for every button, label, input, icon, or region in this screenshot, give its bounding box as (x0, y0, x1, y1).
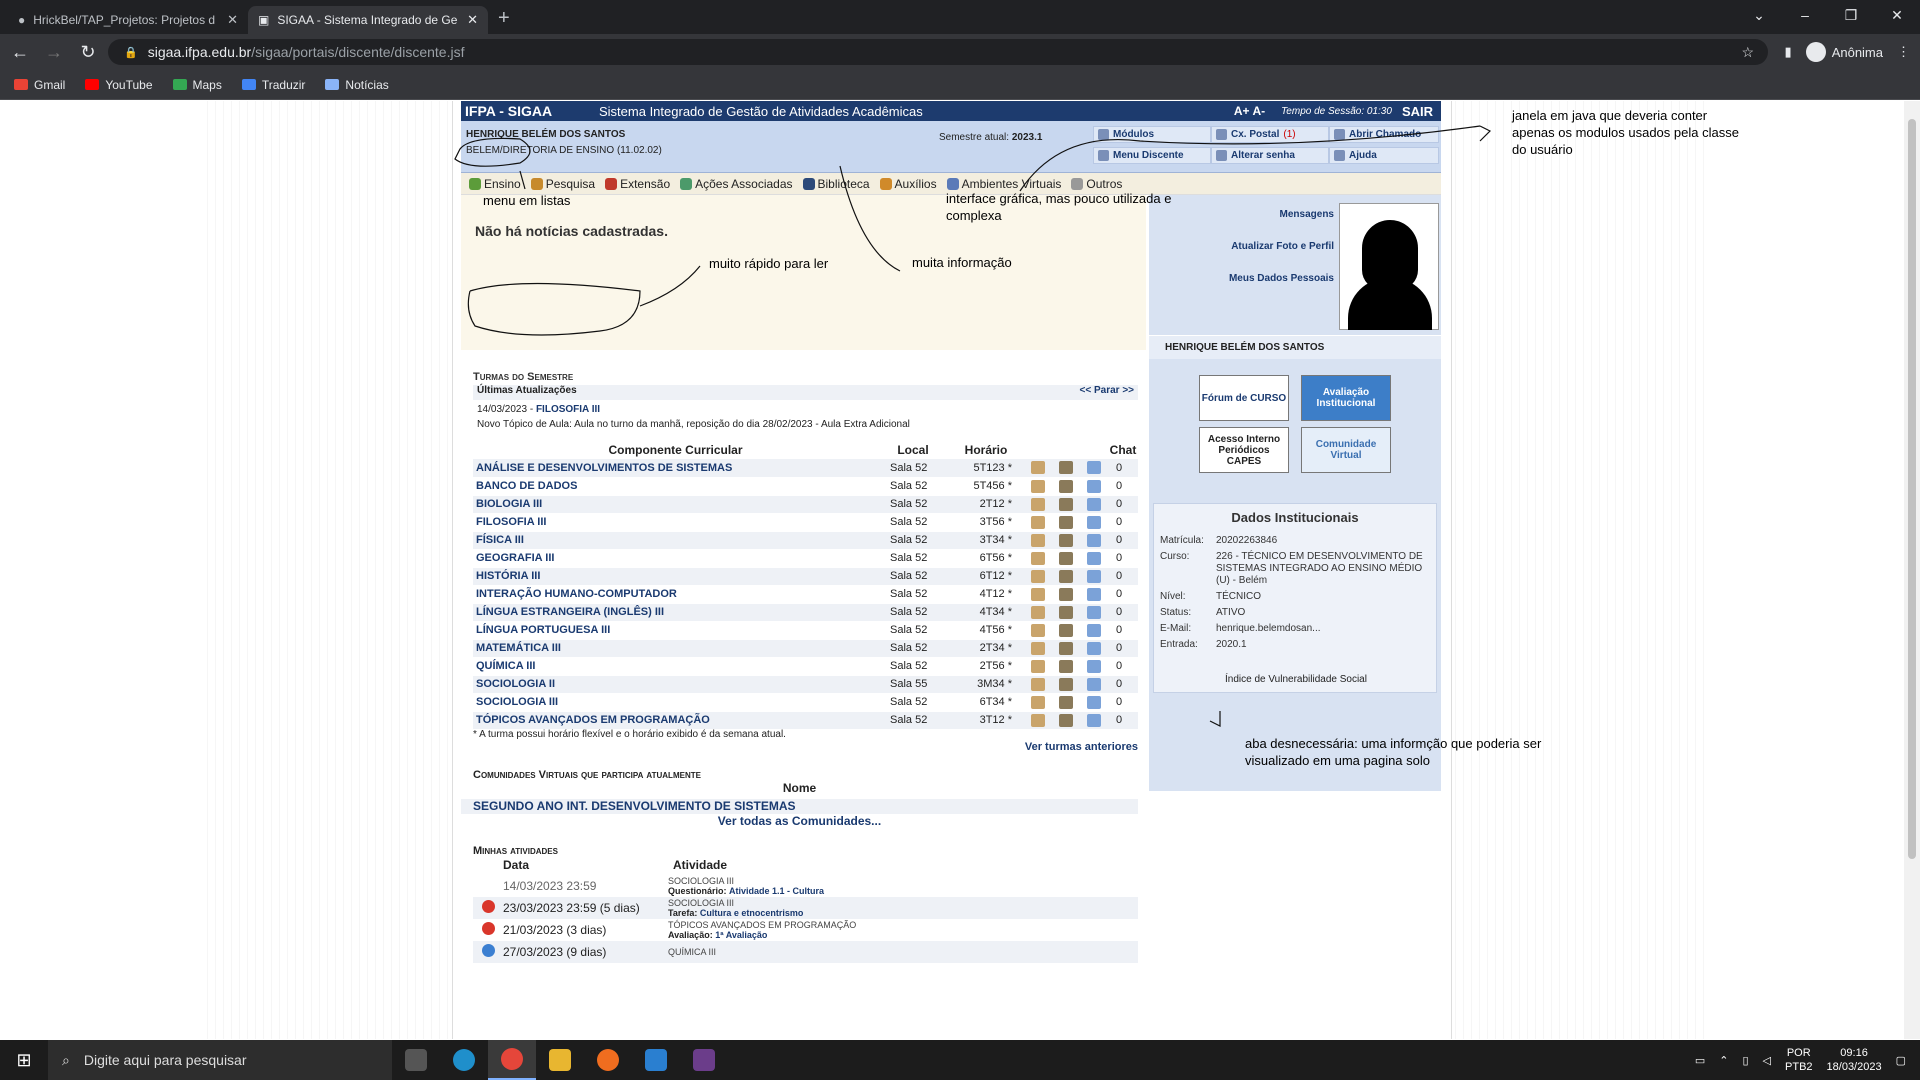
clock[interactable]: 09:16 18/03/2023 (1827, 1046, 1882, 1074)
keyboard-icon[interactable]: ▭ (1695, 1054, 1705, 1067)
github-icon: ● (18, 13, 26, 27)
annotation-strokes (454, 125, 1492, 727)
annotation-java: janela em java que deveria conter apenas… (1512, 108, 1739, 157)
browser-tabstrip: ● HrickBel/TAP_Projetos: Projetos d ✕ ▣ SIG… (0, 0, 1920, 34)
scrollbar-thumb[interactable] (1908, 119, 1916, 859)
close-tab-icon[interactable]: ✕ (227, 12, 238, 28)
bookmark-icon (14, 79, 28, 90)
taskbar-search[interactable]: ⌕ Digite aqui para pesquisar (48, 1040, 392, 1080)
restore-icon[interactable]: ❐ (1828, 0, 1874, 30)
annotation-info: muita informação (912, 255, 1012, 270)
bookmark-notícias[interactable]: Notícias (325, 78, 389, 92)
page-viewport: IFPA - SIGAA Sistema Integrado de Gestão… (0, 101, 1920, 1039)
java-arrow-stroke (1019, 125, 1481, 192)
info-arrow-stroke (839, 165, 901, 272)
minimize-icon[interactable]: – (1782, 0, 1828, 30)
app-icon[interactable] (680, 1040, 728, 1080)
annotation-tab: aba desnecessária: uma informção que pod… (1245, 736, 1542, 768)
windows-start-icon[interactable]: ⊞ (0, 1050, 48, 1071)
browser-toolbar: ← → ↻ 🔒 sigaa.ifpa.edu.br/sigaa/portais/… (0, 34, 1920, 70)
side-panel-icon[interactable]: ▮ (1785, 44, 1792, 60)
firefox-icon[interactable] (584, 1040, 632, 1080)
windows-taskbar: ⊞ ⌕ Digite aqui para pesquisar ▭ ⌃ ▯ ◁ PO… (0, 1040, 1920, 1080)
network-icon[interactable]: ▯ (1742, 1054, 1748, 1067)
close-tab-icon[interactable]: ✕ (467, 12, 478, 28)
edge-icon[interactable] (440, 1040, 488, 1080)
bookmark-icon (172, 79, 187, 90)
bookmark-gmail[interactable]: Gmail (14, 78, 65, 92)
notifications-icon[interactable]: ▢ (1896, 1054, 1906, 1067)
annotation-lists: menu em listas (483, 193, 571, 208)
updates-circle-stroke (467, 282, 641, 336)
page-scrollbar[interactable] (1904, 101, 1920, 1039)
bookmarks-bar: Gmail YouTube Maps Traduzir Notícias (0, 70, 1920, 100)
bookmark-icon (85, 79, 100, 90)
tray-chevron-icon[interactable]: ⌃ (1719, 1054, 1728, 1067)
bookmark-icon (325, 79, 340, 90)
bookmark-star-icon[interactable]: ☆ (1741, 44, 1754, 61)
tab-sigaa[interactable]: ▣ SIGAA - Sistema Integrado de Ge ✕ (248, 6, 488, 34)
sigaa-favicon-icon: ▣ (258, 13, 270, 27)
lists-arrow-stroke (519, 170, 526, 190)
tab-github[interactable]: ● HrickBel/TAP_Projetos: Projetos d ✕ (8, 6, 248, 34)
system-tray: ▭ ⌃ ▯ ◁ POR PTB2 09:16 18/03/2023 ▢ (1695, 1040, 1920, 1080)
ensino-circle-stroke (454, 137, 531, 167)
photos-icon[interactable] (632, 1040, 680, 1080)
annotation-fast: muito rápido para ler (709, 256, 829, 271)
lock-icon: 🔒 (124, 46, 138, 59)
bookmark-icon (241, 79, 256, 90)
task-view-icon[interactable] (392, 1040, 440, 1080)
volume-icon[interactable]: ◁ (1763, 1054, 1771, 1067)
address-bar[interactable]: 🔒 sigaa.ifpa.edu.br/sigaa/portais/discen… (108, 39, 1768, 65)
profile-button[interactable]: Anônima (1805, 42, 1883, 62)
annotation-graphic: interface gráfica, mas pouco utilizada e… (946, 191, 1172, 223)
chrome-icon[interactable] (488, 1040, 536, 1080)
tab-search-icon[interactable]: ⌄ (1736, 0, 1782, 30)
file-explorer-icon[interactable] (536, 1040, 584, 1080)
close-window-icon[interactable]: ✕ (1874, 0, 1920, 30)
bookmark-youtube[interactable]: YouTube (85, 78, 153, 92)
java-hook-stroke (1479, 125, 1492, 142)
back-icon[interactable]: ← (6, 42, 34, 63)
bookmark-maps[interactable]: Maps (172, 78, 222, 92)
new-tab-icon[interactable]: + (498, 7, 510, 30)
search-icon: ⌕ (62, 1051, 70, 1068)
tab-arrow-stroke (1209, 711, 1221, 727)
menu-kebab-icon[interactable]: ⋮ (1897, 44, 1910, 60)
language-indicator[interactable]: POR PTB2 (1785, 1046, 1813, 1074)
reload-icon[interactable]: ↻ (74, 42, 102, 63)
incognito-icon (1805, 42, 1826, 62)
fast-arrow-stroke (639, 265, 701, 307)
forward-icon[interactable]: → (40, 42, 68, 63)
bookmark-traduzir[interactable]: Traduzir (241, 78, 305, 92)
